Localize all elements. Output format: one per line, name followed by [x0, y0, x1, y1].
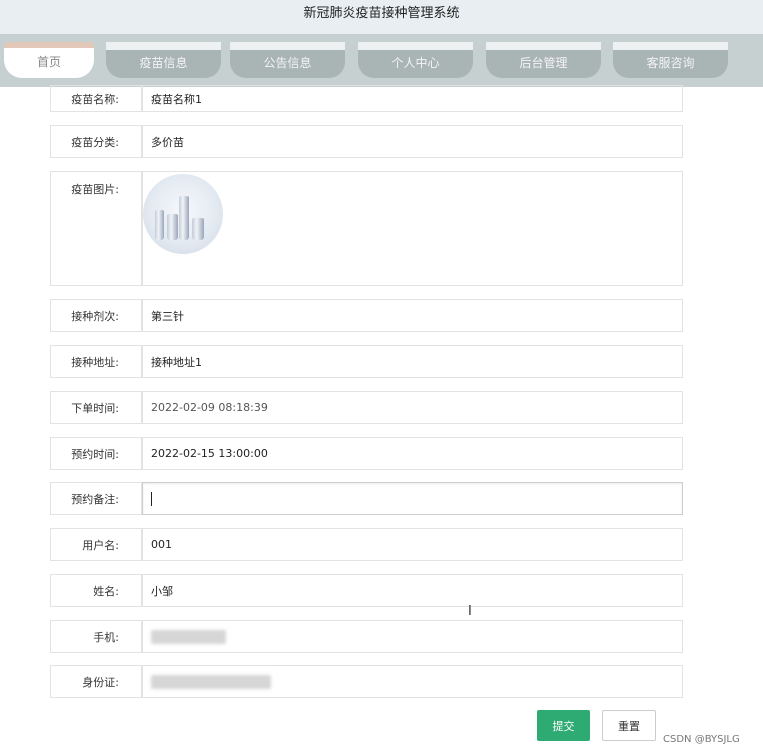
address-label: 接种地址: [50, 345, 142, 378]
name-label: 姓名: [50, 574, 142, 607]
id-card-label: 身份证: [50, 665, 142, 698]
id-card-redacted [151, 674, 271, 689]
vaccine-type-field[interactable]: 多价苗 [142, 125, 683, 158]
row-vaccine-name: 疫苗名称: 疫苗名称1 [50, 85, 683, 112]
order-time-label: 下单时间: [50, 391, 142, 424]
tab-home[interactable]: 首页 [4, 42, 94, 78]
tab-personal-center[interactable]: 个人中心 [358, 42, 473, 78]
row-vaccine-type: 疫苗分类: 多价苗 [50, 125, 683, 158]
row-appointment-time: 预约时间: 2022-02-15 13:00:00 [50, 437, 683, 470]
row-remark: 预约备注: [50, 482, 683, 515]
row-order-time: 下单时间: 2022-02-09 08:18:39 [50, 391, 683, 424]
submit-button[interactable]: 提交 [537, 710, 590, 741]
appointment-time-label: 预约时间: [50, 437, 142, 470]
tab-admin[interactable]: 后台管理 [486, 42, 601, 78]
reset-button[interactable]: 重置 [602, 710, 656, 741]
vaccine-type-label: 疫苗分类: [50, 125, 142, 158]
vaccine-image-label: 疫苗图片: [50, 171, 142, 286]
row-dose: 接种剂次: 第三针 [50, 299, 683, 332]
vaccine-name-label: 疫苗名称: [50, 85, 142, 112]
dose-field[interactable]: 第三针 [142, 299, 683, 332]
remark-input[interactable] [142, 482, 683, 515]
phone-field[interactable] [142, 620, 683, 653]
app-title: 新冠肺炎疫苗接种管理系统 [0, 0, 763, 34]
text-caret [151, 491, 152, 506]
address-field[interactable]: 接种地址1 [142, 345, 683, 378]
row-name: 姓名: 小邹 [50, 574, 683, 607]
nav-bar: 首页 疫苗信息 公告信息 个人中心 后台管理 客服咨询 [0, 34, 763, 87]
name-field[interactable]: 小邹 [142, 574, 683, 607]
vaccine-image [143, 174, 223, 254]
vaccine-name-field[interactable]: 疫苗名称1 [142, 85, 683, 112]
dose-label: 接种剂次: [50, 299, 142, 332]
tab-announcements[interactable]: 公告信息 [230, 42, 345, 78]
text-cursor-icon: I [468, 604, 472, 619]
username-label: 用户名: [50, 528, 142, 561]
tab-customer-service[interactable]: 客服咨询 [613, 42, 728, 78]
phone-label: 手机: [50, 620, 142, 653]
row-address: 接种地址: 接种地址1 [50, 345, 683, 378]
remark-label: 预约备注: [50, 482, 142, 515]
id-card-field[interactable] [142, 665, 683, 698]
appointment-time-field[interactable]: 2022-02-15 13:00:00 [142, 437, 683, 470]
row-vaccine-image: 疫苗图片: [50, 171, 683, 286]
order-time-field[interactable]: 2022-02-09 08:18:39 [142, 391, 683, 424]
row-id-card: 身份证: [50, 665, 683, 698]
username-field[interactable]: 001 [142, 528, 683, 561]
watermark: CSDN @BYSJLG [663, 734, 740, 745]
tab-vaccine-info[interactable]: 疫苗信息 [106, 42, 221, 78]
row-username: 用户名: 001 [50, 528, 683, 561]
phone-redacted [151, 629, 226, 644]
vaccine-image-box [142, 171, 683, 286]
row-phone: 手机: [50, 620, 683, 653]
